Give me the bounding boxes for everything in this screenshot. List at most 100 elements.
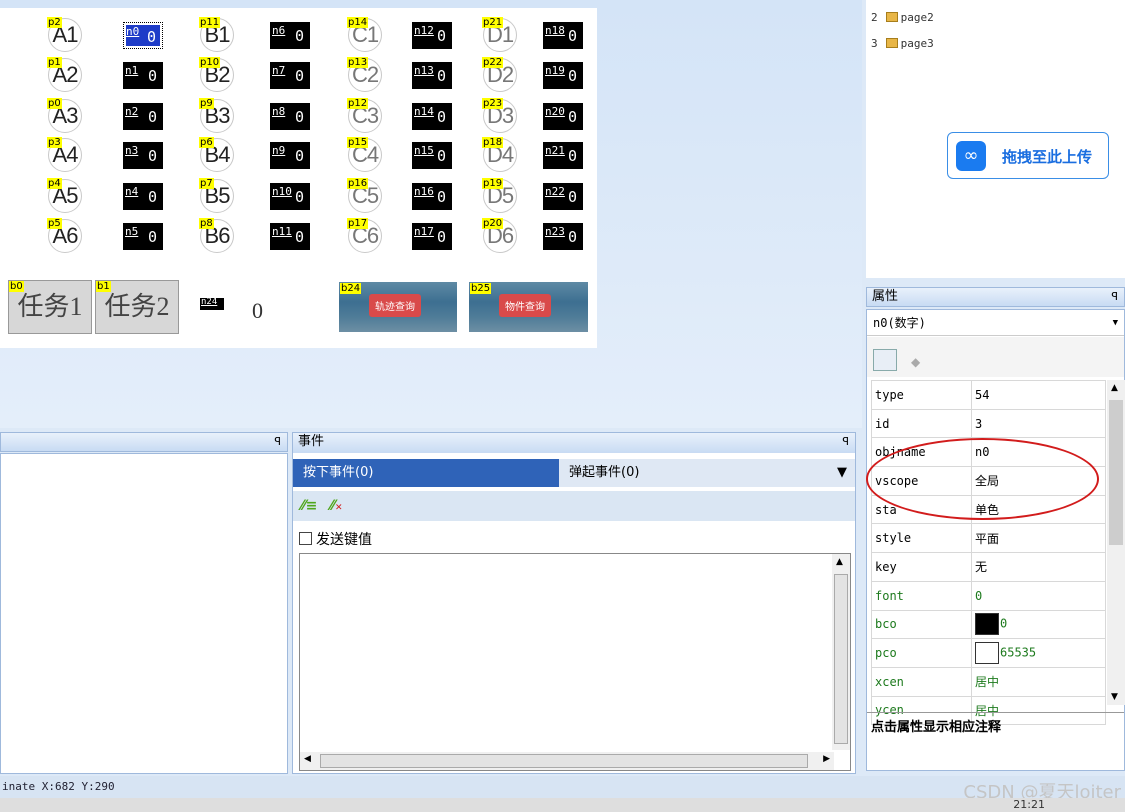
scroll-up-icon[interactable]: ▲ <box>836 557 843 567</box>
scrollbar-thumb[interactable] <box>320 754 808 768</box>
picture-control[interactable]: A3 p0 <box>47 98 82 133</box>
property-row[interactable]: bco 0 <box>871 609 1106 640</box>
picture-control[interactable]: B6 p8 <box>199 218 234 253</box>
task1-button[interactable]: 任务1 b0 <box>8 280 92 334</box>
number-control[interactable]: n13 0 <box>412 62 452 89</box>
property-value[interactable]: 54 <box>971 380 1106 410</box>
number-control[interactable]: n12 0 <box>412 22 452 49</box>
number-control[interactable]: n11 0 <box>270 223 310 250</box>
event-code-editor[interactable]: ▲ ◀ ▶ <box>299 553 851 771</box>
property-value[interactable]: 65535 <box>971 638 1106 668</box>
picture-control[interactable]: D3 p23 <box>482 98 517 133</box>
page-row[interactable]: 2 page2 <box>871 11 934 24</box>
property-row[interactable]: key 无 <box>871 552 1106 582</box>
property-row[interactable]: sta 单色 <box>871 494 1106 525</box>
property-row[interactable]: xcen 居中 <box>871 666 1106 697</box>
number-control[interactable]: n7 0 <box>270 62 310 89</box>
number-control[interactable]: n9 0 <box>270 142 310 169</box>
scroll-up-icon[interactable]: ▲ <box>1111 383 1118 393</box>
number-control[interactable]: n23 0 <box>543 223 583 250</box>
picture-control[interactable]: D6 p20 <box>482 218 517 253</box>
property-value[interactable]: 单色 <box>971 494 1106 525</box>
scrollbar-thumb[interactable] <box>1109 400 1123 545</box>
editor-horizontal-scrollbar[interactable]: ◀ ▶ <box>300 752 834 770</box>
uncomment-lines-icon[interactable]: ⁄⁄✕ <box>330 498 342 514</box>
picture-control[interactable]: A1 p2 <box>47 17 82 52</box>
property-scrollbar[interactable]: ▲ ▼ <box>1107 380 1125 705</box>
number-control[interactable]: n16 0 <box>412 183 452 210</box>
number-control[interactable]: n1 0 <box>123 62 163 89</box>
comment-lines-icon[interactable]: ⁄⁄≡ <box>301 498 317 514</box>
picture-control[interactable]: D5 p19 <box>482 178 517 213</box>
picture-control[interactable]: D4 p18 <box>482 137 517 172</box>
color-swatch[interactable] <box>975 613 999 636</box>
pin-icon[interactable]: ꟼ <box>1111 288 1118 306</box>
property-value[interactable]: 居中 <box>971 666 1106 697</box>
number-control[interactable]: n6 0 <box>270 22 310 49</box>
number-control[interactable]: n15 0 <box>412 142 452 169</box>
pin-icon[interactable]: ꟼ <box>274 433 281 451</box>
scrollbar-thumb[interactable] <box>834 574 848 744</box>
track-query-button[interactable]: 轨迹查询 b24 <box>339 282 457 332</box>
property-row[interactable]: style 平面 <box>871 523 1106 554</box>
n24-control[interactable]: n24 <box>200 297 224 310</box>
picture-control[interactable]: A5 p4 <box>47 178 82 213</box>
number-control[interactable]: n20 0 <box>543 103 583 130</box>
checkbox-box[interactable] <box>299 532 312 545</box>
picture-control[interactable]: B3 p9 <box>199 98 234 133</box>
number-control[interactable]: n3 0 <box>123 142 163 169</box>
property-value[interactable]: n0 <box>971 437 1106 468</box>
number-control[interactable]: n10 0 <box>270 183 310 210</box>
number-control[interactable]: n19 0 <box>543 62 583 89</box>
number-control[interactable]: n17 0 <box>412 223 452 250</box>
scroll-right-icon[interactable]: ▶ <box>823 754 830 764</box>
lightning-icon[interactable]: ◆ <box>911 355 920 369</box>
number-control[interactable]: n14 0 <box>412 103 452 130</box>
number-control[interactable]: n4 0 <box>123 183 163 210</box>
number-control[interactable]: n21 0 <box>543 142 583 169</box>
property-row[interactable]: vscope 全局 <box>871 466 1106 496</box>
picture-control[interactable]: A2 p1 <box>47 57 82 92</box>
property-value[interactable]: 0 <box>971 580 1106 611</box>
picture-control[interactable]: B5 p7 <box>199 178 234 213</box>
tab-press-event[interactable]: 按下事件(0) <box>293 459 559 487</box>
property-row[interactable]: type 54 <box>871 380 1106 410</box>
chevron-down-icon[interactable]: ▼ <box>837 459 847 487</box>
number-control[interactable]: n8 0 <box>270 103 310 130</box>
scroll-down-icon[interactable]: ▼ <box>1111 692 1118 702</box>
property-value[interactable]: 0 <box>971 609 1106 640</box>
number-control[interactable]: n5 0 <box>123 223 163 250</box>
picture-control[interactable]: C5 p16 <box>347 178 382 213</box>
picture-control[interactable]: A4 p3 <box>47 137 82 172</box>
pin-icon[interactable]: ꟼ <box>842 433 849 451</box>
picture-control[interactable]: C2 p13 <box>347 57 382 92</box>
property-value[interactable]: 全局 <box>971 466 1106 496</box>
picture-control[interactable]: D1 p21 <box>482 17 517 52</box>
picture-control[interactable]: C6 p17 <box>347 218 382 253</box>
property-row[interactable]: id 3 <box>871 408 1106 439</box>
picture-control[interactable]: B2 p10 <box>199 57 234 92</box>
property-row[interactable]: objname n0 <box>871 437 1106 468</box>
page-row[interactable]: 3 page3 <box>871 37 934 50</box>
number-control[interactable]: n22 0 <box>543 183 583 210</box>
editor-vertical-scrollbar[interactable]: ▲ <box>832 554 850 750</box>
property-row[interactable]: pco 65535 <box>871 638 1106 668</box>
picture-control[interactable]: C3 p12 <box>347 98 382 133</box>
property-pages-icon[interactable] <box>873 349 897 371</box>
picture-control[interactable]: C1 p14 <box>347 17 382 52</box>
send-key-checkbox[interactable]: 发送键值 <box>299 529 372 549</box>
tab-release-event[interactable]: 弹起事件(0) ▼ <box>559 459 855 487</box>
object-select[interactable]: n0(数字) ▼ <box>867 310 1124 336</box>
number-control[interactable]: n2 0 <box>123 103 163 130</box>
picture-control[interactable]: C4 p15 <box>347 137 382 172</box>
design-canvas[interactable]: A1 p2 A2 p1 A3 p0 A4 p3 A5 p4 A6 p5 B1 p11 B2 p10 B3 p9 B4… <box>0 8 597 348</box>
item-query-button[interactable]: 物件查询 b25 <box>469 282 588 332</box>
property-row[interactable]: font 0 <box>871 580 1106 611</box>
color-swatch[interactable] <box>975 642 999 665</box>
property-value[interactable]: 平面 <box>971 523 1106 554</box>
picture-control[interactable]: B4 p6 <box>199 137 234 172</box>
number-control[interactable]: n18 0 <box>543 22 583 49</box>
task2-button[interactable]: 任务2 b1 <box>95 280 179 334</box>
upload-button[interactable]: ∞ 拖拽至此上传 <box>947 132 1109 179</box>
picture-control[interactable]: B1 p11 <box>199 17 234 52</box>
